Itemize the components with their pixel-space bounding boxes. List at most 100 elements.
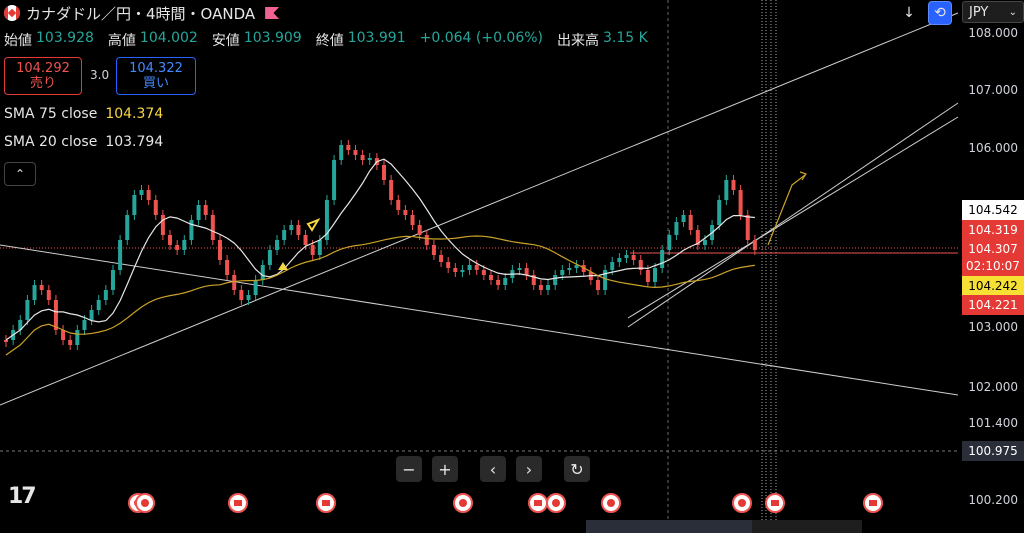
candle: [738, 190, 743, 215]
candle: [503, 278, 508, 285]
event-marker-ca[interactable]: [765, 493, 785, 513]
candle: [217, 240, 222, 260]
candle: [225, 260, 230, 275]
candle: [289, 225, 294, 230]
candle: [645, 270, 650, 282]
flag-marker-icon[interactable]: [265, 7, 280, 19]
candle: [103, 290, 108, 300]
forecast-arrow: [767, 174, 806, 246]
chevron-up-icon: ⌃: [14, 167, 26, 181]
event-marker-ca[interactable]: [228, 493, 248, 513]
candle: [431, 245, 436, 255]
buy-price: 104.322: [129, 61, 183, 76]
sma75-name: SMA 75 close: [4, 106, 98, 122]
scroll-left-button[interactable]: ‹: [480, 456, 506, 482]
spread-value: 3.0: [90, 68, 110, 82]
candle: [53, 300, 58, 330]
candle: [61, 330, 66, 340]
sync-icon: ⟲: [934, 5, 946, 21]
candle: [496, 280, 501, 285]
sync-button[interactable]: ⟲: [928, 1, 952, 25]
event-marker-ca[interactable]: [528, 493, 548, 513]
candle: [717, 200, 722, 225]
candle: [175, 245, 180, 250]
candle: [332, 160, 337, 200]
axis-label: 107.000: [968, 83, 1018, 97]
candle: [396, 200, 401, 210]
candle: [339, 145, 344, 160]
candle: [474, 265, 479, 270]
sell-button[interactable]: 104.292 売り: [4, 57, 82, 95]
candle: [317, 240, 322, 255]
down-arrow-icon: ↓: [903, 5, 915, 21]
event-marker-jp[interactable]: [732, 493, 752, 513]
candle: [210, 215, 215, 240]
scroll-right-button[interactable]: ›: [516, 456, 542, 482]
axis-label: 103.000: [968, 320, 1018, 334]
candle: [160, 215, 165, 235]
download-button[interactable]: ↓: [897, 1, 921, 25]
candle: [681, 215, 686, 222]
indicator-sma75[interactable]: SMA 75 close 104.374: [4, 106, 163, 122]
price-tag-sell: 104.319: [962, 220, 1024, 240]
candle: [631, 255, 636, 260]
candle: [653, 268, 658, 282]
zoom-out-button[interactable]: −: [396, 456, 422, 482]
reset-chart-button[interactable]: ↻: [564, 456, 590, 482]
channel-upper: [627, 102, 959, 328]
tradingview-logo: 17: [8, 484, 37, 509]
candle: [39, 285, 44, 290]
candle: [517, 268, 522, 270]
candle: [660, 250, 665, 268]
buy-label: 買い: [142, 76, 169, 91]
candle: [524, 268, 529, 275]
candle: [296, 225, 301, 235]
candle: [4, 340, 8, 342]
event-marker-jp[interactable]: [601, 493, 621, 513]
candle: [132, 195, 137, 215]
candle: [353, 150, 358, 155]
candle: [196, 205, 201, 220]
indicator-sma20[interactable]: SMA 20 close 103.794: [4, 134, 163, 150]
candle: [146, 190, 151, 200]
plus-icon: +: [438, 459, 452, 479]
candle: [389, 180, 394, 200]
trendline-lower: [0, 244, 959, 396]
collapse-legend-button[interactable]: ⌃: [4, 162, 36, 186]
open-value: 103.928: [36, 30, 94, 46]
event-marker-jp[interactable]: [135, 493, 155, 513]
candle: [546, 285, 551, 290]
event-marker-jp[interactable]: [453, 493, 473, 513]
candle: [595, 280, 600, 290]
candle: [68, 340, 73, 345]
zoom-controls: − + ‹ › ↻: [396, 456, 590, 482]
symbol-title[interactable]: カナダドル／円・4時間・OANDA: [26, 3, 255, 24]
time-axis-label: [752, 520, 862, 533]
candle: [32, 285, 37, 300]
candle: [731, 180, 736, 190]
candle: [125, 215, 130, 240]
countdown-tag: 02:10:07: [962, 256, 1024, 276]
zoom-in-button[interactable]: +: [432, 456, 458, 482]
candle: [239, 290, 244, 300]
chevron-right-icon: ›: [525, 459, 533, 479]
candle: [89, 310, 94, 320]
event-marker-ca[interactable]: [863, 493, 883, 513]
volume-label: 出来高: [557, 33, 600, 49]
candle: [481, 270, 486, 275]
candle: [82, 320, 87, 330]
candle: [624, 255, 629, 258]
candle: [667, 235, 672, 250]
price-tag-high: 104.542: [962, 200, 1024, 220]
candle: [417, 225, 422, 235]
buy-button[interactable]: 104.322 買い: [116, 57, 196, 95]
low-label: 安値: [211, 33, 240, 49]
candle: [439, 255, 444, 262]
axis-label: 101.400: [968, 416, 1018, 430]
event-marker-ca[interactable]: [316, 493, 336, 513]
reset-icon: ↻: [570, 459, 584, 479]
candle: [367, 158, 372, 160]
candle: [360, 155, 365, 160]
event-marker-jp[interactable]: [546, 493, 566, 513]
candle: [260, 265, 265, 280]
